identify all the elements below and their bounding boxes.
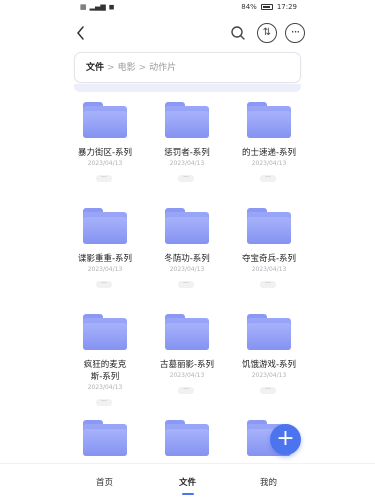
search-icon (231, 26, 245, 40)
folder-item[interactable] (144, 416, 226, 460)
sort-button[interactable]: ⇅ (257, 23, 277, 43)
folder-icon (165, 314, 209, 350)
breadcrumb-current: 动作片 (149, 63, 177, 73)
folder-date: 2023/04/13 (251, 372, 287, 379)
status-bar: ▦ ▂▄▆ ◼ 84% 17:29 (0, 0, 375, 16)
search-button[interactable] (228, 23, 248, 43)
battery-percent: 84% (241, 3, 257, 11)
folder-date: 2023/04/13 (251, 160, 287, 167)
folder-date: 2023/04/13 (169, 266, 205, 273)
folder-name: 夺宝奇兵-系列 (241, 254, 297, 264)
breadcrumb-root[interactable]: 文件 (86, 63, 104, 73)
folder-name: 冬荫功-系列 (164, 254, 210, 264)
folder-icon (247, 314, 291, 350)
add-button[interactable]: + (270, 424, 301, 455)
folder-icon (83, 314, 127, 350)
folder-icon (83, 102, 127, 138)
folder-name: 古墓丽影-系列 (159, 360, 215, 370)
nav-files[interactable]: 文件 (179, 476, 196, 488)
breadcrumb-shadow (74, 84, 301, 92)
folder-name: 的士速递-系列 (241, 148, 297, 158)
clock: 17:29 (276, 3, 297, 11)
top-bar: ⇅ ··· (0, 20, 375, 46)
folder-item[interactable]: 饥饿游戏-系列 2023/04/13 ··· (226, 310, 308, 410)
folder-date: 2023/04/13 (87, 266, 123, 273)
folder-name: 饥饿游戏-系列 (241, 360, 297, 370)
folder-icon (83, 208, 127, 244)
folder-icon (165, 102, 209, 138)
status-left: ▦ ▂▄▆ ◼ (80, 3, 115, 11)
sim-icon: ▦ (80, 3, 87, 11)
bottom-nav: 首页 文件 我的 (0, 463, 375, 500)
folder-name: 谍影重重-系列 (77, 254, 133, 264)
more-options-button[interactable]: ··· (285, 23, 305, 43)
folder-icon (247, 102, 291, 138)
folder-icon (165, 208, 209, 244)
folder-more-button[interactable]: ··· (260, 281, 276, 288)
nav-home[interactable]: 首页 (96, 476, 113, 488)
folder-item[interactable]: 疯狂的麦克斯-系列 2023/04/13 ··· (62, 310, 144, 420)
battery-icon (260, 4, 273, 10)
status-right: 84% 17:29 (241, 3, 297, 11)
folder-date: 2023/04/13 (87, 384, 123, 391)
folder-more-button[interactable]: ··· (178, 175, 194, 182)
folder-date: 2023/04/13 (251, 266, 287, 273)
breadcrumb-level1[interactable]: 电影 (118, 63, 136, 73)
folder-name: 惩罚者-系列 (164, 148, 210, 158)
folder-icon (165, 420, 209, 456)
breadcrumb-separator: > (138, 63, 147, 73)
folder-name: 暴力街区-系列 (77, 148, 133, 158)
breadcrumb: 文件 > 电影 > 动作片 (74, 52, 301, 83)
folder-date: 2023/04/13 (169, 160, 205, 167)
folder-item[interactable]: 古墓丽影-系列 2023/04/13 ··· (144, 310, 226, 410)
folder-item[interactable]: 夺宝奇兵-系列 2023/04/13 ··· (226, 204, 308, 304)
folder-more-button[interactable]: ··· (178, 281, 194, 288)
folder-item[interactable]: 的士速递-系列 2023/04/13 ··· (226, 98, 308, 198)
folder-name: 疯狂的麦克斯-系列 (83, 360, 127, 382)
breadcrumb-path: 文件 > 电影 > 动作片 (86, 62, 176, 74)
folder-more-button[interactable]: ··· (96, 175, 112, 182)
folder-item[interactable] (62, 416, 144, 460)
folder-more-button[interactable]: ··· (96, 281, 112, 288)
folder-item[interactable]: 暴力街区-系列 2023/04/13 ··· (62, 98, 144, 198)
folder-item[interactable]: 冬荫功-系列 2023/04/13 ··· (144, 204, 226, 304)
nav-mine[interactable]: 我的 (260, 476, 277, 488)
folder-more-button[interactable]: ··· (260, 387, 276, 394)
folder-more-button[interactable]: ··· (178, 387, 194, 394)
folder-date: 2023/04/13 (169, 372, 205, 379)
folder-date: 2023/04/13 (87, 160, 123, 167)
folder-more-button[interactable]: ··· (96, 399, 112, 406)
chevron-left-icon (77, 26, 84, 40)
folder-more-button[interactable]: ··· (260, 175, 276, 182)
nav-active-indicator (182, 493, 194, 495)
folder-item[interactable]: 惩罚者-系列 2023/04/13 ··· (144, 98, 226, 198)
back-button[interactable] (74, 24, 88, 42)
more-icon: ··· (290, 25, 300, 39)
folder-item[interactable]: 谍影重重-系列 2023/04/13 ··· (62, 204, 144, 304)
breadcrumb-separator: > (107, 63, 115, 73)
sort-icon: ⇅ (262, 27, 272, 38)
folder-icon (247, 208, 291, 244)
folder-icon (83, 420, 127, 456)
signal-icon: ▂▄▆ (89, 3, 106, 11)
notification-icon: ◼ (108, 3, 115, 11)
